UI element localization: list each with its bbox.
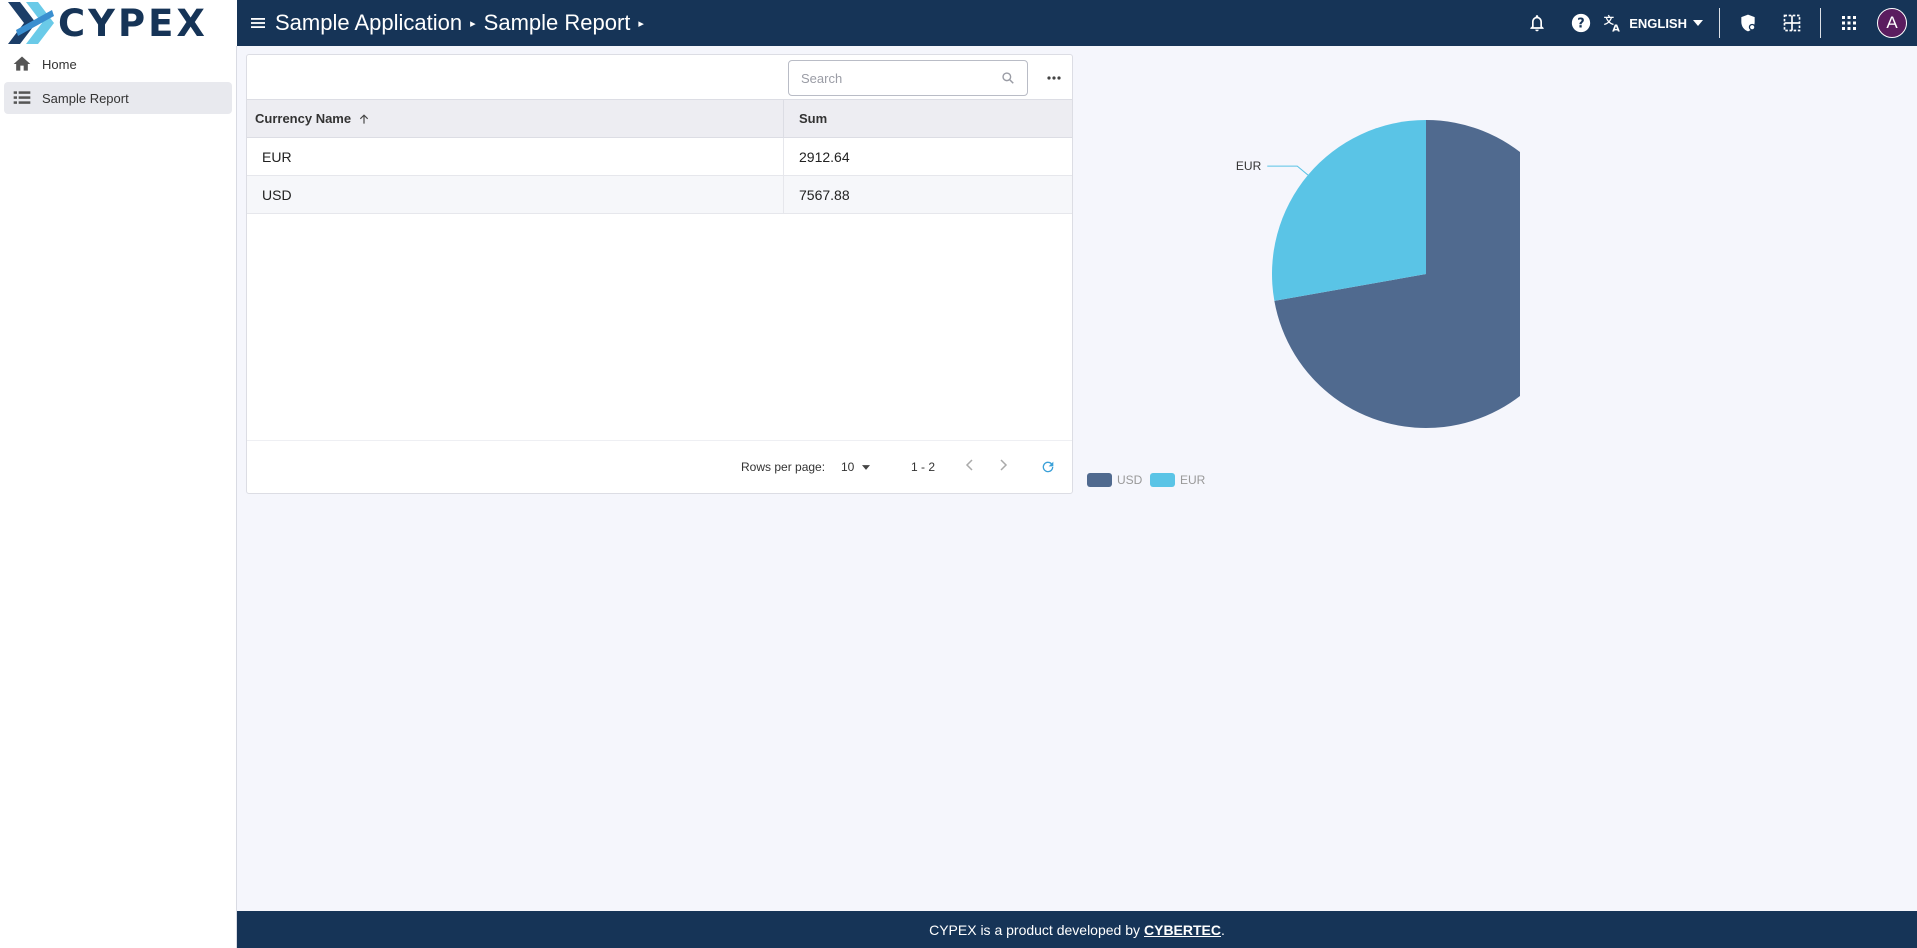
- pagination-range: 1 - 2: [911, 460, 936, 474]
- cell-currency: USD: [247, 176, 784, 213]
- help-icon: ?: [1572, 13, 1591, 33]
- rows-per-page-select[interactable]: 10: [841, 460, 871, 474]
- footer-suffix: .: [1221, 921, 1225, 938]
- chevron-down-icon: [862, 464, 871, 470]
- shield-gear-icon: [1741, 14, 1756, 32]
- sort-ascending-icon: [360, 113, 369, 124]
- sidebar-item-sample-report[interactable]: Sample Report: [4, 82, 232, 114]
- search-icon: [1002, 72, 1014, 84]
- column-header-sum[interactable]: Sum: [784, 100, 1072, 137]
- more-options-button[interactable]: [1039, 63, 1069, 93]
- refresh-icon: [1042, 461, 1054, 473]
- table-row[interactable]: EUR 2912.64: [247, 138, 1072, 176]
- cell-sum: 2912.64: [799, 148, 850, 165]
- search-input[interactable]: Search: [788, 60, 1028, 96]
- column-header-label: Currency Name: [255, 111, 352, 126]
- table-pagination: Rows per page: 10 1 - 2: [247, 440, 1072, 493]
- cell-currency: EUR: [247, 138, 784, 175]
- page-footer: CYPEX is a product developed by CYBERTEC…: [237, 911, 1917, 948]
- rows-per-page-value: 10: [841, 460, 855, 474]
- chevron-left-icon: [965, 459, 973, 471]
- top-bar: CYPEX Sample Application ▸ Sample Report…: [0, 0, 1917, 46]
- home-icon: [13, 56, 31, 71]
- table-header: Currency Name Sum: [247, 100, 1072, 138]
- pie-chart-svg: USDEURUSDEUR: [1087, 120, 1616, 487]
- svg-text:A: A: [1612, 23, 1620, 33]
- layout-editor-button[interactable]: [1770, 0, 1814, 46]
- admin-shield-button[interactable]: [1726, 0, 1770, 46]
- more-horizontal-icon: [1047, 76, 1061, 80]
- cell-sum: 7567.88: [799, 186, 850, 203]
- apps-grid-icon: [1842, 16, 1856, 30]
- sidebar: Home Sample Report: [0, 46, 237, 948]
- breadcrumb-separator-icon: ▸: [470, 17, 476, 30]
- sidebar-item-label: Home: [42, 56, 77, 72]
- breadcrumb-separator-icon: ▸: [638, 17, 644, 30]
- language-label: ENGLISH: [1629, 15, 1687, 31]
- table-row[interactable]: USD 7567.88: [247, 176, 1072, 214]
- chevron-right-icon: [1000, 459, 1008, 471]
- legend-swatch-eur[interactable]: [1150, 473, 1175, 487]
- legend-label-eur[interactable]: EUR: [1180, 473, 1206, 487]
- sidebar-item-label: Sample Report: [42, 90, 129, 106]
- table-list-icon: [13, 91, 31, 104]
- header-divider: [1719, 8, 1720, 38]
- previous-page-button[interactable]: [965, 458, 975, 476]
- report-table-card: Search Currency Name Sum EUR 2912.64 USD: [246, 54, 1073, 494]
- breadcrumb-report[interactable]: Sample Report: [484, 10, 631, 36]
- legend-swatch-usd[interactable]: [1087, 473, 1112, 487]
- footer-link-cybertec[interactable]: CYBERTEC: [1144, 922, 1221, 938]
- grid-dashed-icon: [1783, 14, 1801, 32]
- legend-label-usd[interactable]: USD: [1117, 473, 1143, 487]
- footer-text: CYPEX is a product developed by: [929, 921, 1140, 938]
- breadcrumb-application[interactable]: Sample Application: [275, 10, 462, 36]
- pie-label-line-eur: [1267, 165, 1309, 176]
- apps-button[interactable]: [1827, 0, 1871, 46]
- translate-icon: 文 A: [1604, 14, 1620, 33]
- pie-slice-eur[interactable]: [1272, 120, 1426, 301]
- column-header-currency-name[interactable]: Currency Name: [247, 100, 784, 137]
- header-divider: [1820, 8, 1821, 38]
- logo-text: CYPEX: [58, 1, 208, 45]
- table-toolbar: Search: [247, 55, 1072, 100]
- next-page-button[interactable]: [998, 458, 1008, 476]
- hamburger-icon: [251, 18, 265, 28]
- refresh-button[interactable]: [1040, 459, 1056, 478]
- bell-icon: [1530, 15, 1544, 32]
- breadcrumb: Sample Application ▸ Sample Report ▸: [275, 10, 652, 36]
- pie-label-eur: EUR: [1236, 159, 1262, 173]
- cypex-logo[interactable]: CYPEX: [0, 0, 237, 46]
- logo-mark-icon: [8, 2, 54, 44]
- search-placeholder: Search: [801, 70, 843, 86]
- help-button[interactable]: ?: [1559, 0, 1603, 46]
- user-avatar[interactable]: A: [1877, 8, 1907, 38]
- chevron-down-icon: [1693, 20, 1703, 26]
- currency-pie-chart: USDEURUSDEUR: [1080, 46, 1616, 506]
- svg-text:?: ?: [1577, 17, 1584, 32]
- sidebar-item-home[interactable]: Home: [4, 48, 232, 80]
- notifications-button[interactable]: [1515, 0, 1559, 46]
- menu-button[interactable]: [243, 0, 273, 46]
- language-selector[interactable]: 文 A ENGLISH: [1603, 13, 1703, 33]
- column-header-label: Sum: [799, 111, 828, 126]
- rows-per-page-label: Rows per page:: [741, 460, 826, 474]
